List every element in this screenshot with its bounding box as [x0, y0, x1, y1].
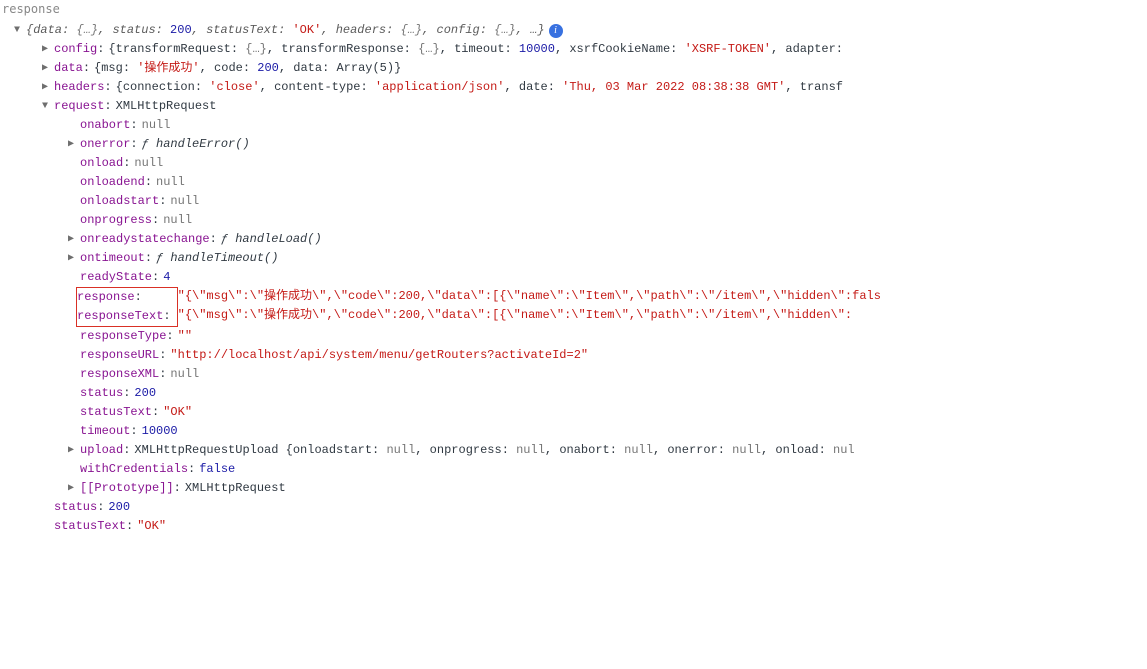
- prop-key: readyState: [80, 268, 152, 287]
- response-title: response: [0, 0, 1147, 19]
- prop-key: onload: [80, 154, 123, 173]
- prop-value: "{\"msg\":\"操作成功\",\"code\":200,\"data\"…: [178, 306, 853, 325]
- request-child-row[interactable]: ▶responseURL:"http://localhost/api/syste…: [0, 346, 1147, 365]
- request-row[interactable]: ▼ request: XMLHttpRequest: [0, 97, 1147, 116]
- request-child-row[interactable]: ▶onprogress:null: [0, 211, 1147, 230]
- prop-key: statusText: [80, 403, 152, 422]
- prop-value: {msg: '操作成功', code: 200, data: Array(5)}: [94, 59, 401, 78]
- prop-value: 10000: [142, 422, 178, 441]
- request-child-row[interactable]: ▶onerror:ƒ handleError(): [0, 135, 1147, 154]
- prop-value: XMLHttpRequestUpload {onloadstart: null,…: [134, 441, 854, 460]
- prop-key: onloadstart: [80, 192, 159, 211]
- request-child-row[interactable]: ▶responseType:"": [0, 327, 1147, 346]
- prop-value: {connection: 'close', content-type: 'app…: [116, 78, 843, 97]
- expand-arrow-icon[interactable]: ▶: [68, 443, 78, 459]
- prop-key: withCredentials: [80, 460, 188, 479]
- expand-arrow-icon[interactable]: ▶: [42, 42, 52, 58]
- prop-key: onreadystatechange: [80, 230, 210, 249]
- prop-key: responseURL: [80, 346, 159, 365]
- request-child-row[interactable]: ▶ontimeout:ƒ handleTimeout(): [0, 249, 1147, 268]
- request-child-row[interactable]: ▶onloadend:null: [0, 173, 1147, 192]
- request-child-row[interactable]: ▶responseXML:null: [0, 365, 1147, 384]
- data-row[interactable]: ▶ data: {msg: '操作成功', code: 200, data: A…: [0, 59, 1147, 78]
- expand-arrow-icon[interactable]: ▼: [14, 23, 24, 39]
- prop-key: statusText: [54, 517, 126, 536]
- request-child-row[interactable]: ▶timeout:10000: [0, 422, 1147, 441]
- highlighted-keys: response:responseText:: [76, 287, 178, 327]
- prop-value: null: [156, 173, 185, 192]
- prototype-row[interactable]: ▶ [[Prototype]]: XMLHttpRequest: [0, 479, 1147, 498]
- config-row[interactable]: ▶ config: {transformRequest: {…}, transf…: [0, 40, 1147, 59]
- prop-key: onprogress: [80, 211, 152, 230]
- prop-key: ontimeout: [80, 249, 145, 268]
- object-summary-text: {data: {…}, status: 200, statusText: 'OK…: [26, 21, 545, 40]
- object-summary-row[interactable]: ▼ {data: {…}, status: 200, statusText: '…: [0, 21, 1147, 40]
- prop-value: "": [178, 327, 192, 346]
- prop-key: status: [80, 384, 123, 403]
- request-child-row[interactable]: ▶onload:null: [0, 154, 1147, 173]
- prop-key: headers: [54, 78, 104, 97]
- tail-row[interactable]: ▶status:200: [0, 498, 1147, 517]
- prop-value: "{\"msg\":\"操作成功\",\"code\":200,\"data\"…: [178, 287, 881, 306]
- prop-key: timeout: [80, 422, 130, 441]
- request-child-row[interactable]: ▶status:200: [0, 384, 1147, 403]
- expand-arrow-icon[interactable]: ▶: [68, 232, 78, 248]
- expand-arrow-icon[interactable]: ▼: [42, 99, 52, 115]
- prop-value: 4: [163, 268, 170, 287]
- prop-key: status: [54, 498, 97, 517]
- prop-key: request: [54, 97, 104, 116]
- request-child-row[interactable]: ▶onabort:null: [0, 116, 1147, 135]
- prop-value: null: [134, 154, 163, 173]
- expand-arrow-icon[interactable]: ▶: [68, 481, 78, 497]
- headers-row[interactable]: ▶ headers: {connection: 'close', content…: [0, 78, 1147, 97]
- prop-key: onloadend: [80, 173, 145, 192]
- info-icon[interactable]: i: [549, 24, 563, 38]
- prop-value: XMLHttpRequest: [185, 479, 286, 498]
- prop-value: "OK": [163, 403, 192, 422]
- prop-value: {transformRequest: {…}, transformRespons…: [108, 40, 843, 59]
- prop-value: null: [163, 211, 192, 230]
- prop-key: [[Prototype]]: [80, 479, 174, 498]
- request-child-row[interactable]: ▶onloadstart:null: [0, 192, 1147, 211]
- prop-value: ƒ handleLoad(): [221, 230, 322, 249]
- request-child-row[interactable]: ▶onreadystatechange:ƒ handleLoad(): [0, 230, 1147, 249]
- prop-value: 200: [108, 498, 130, 517]
- prop-value: "OK": [137, 517, 166, 536]
- request-child-row[interactable]: ▶readyState:4: [0, 268, 1147, 287]
- withcredentials-row[interactable]: ▶ withCredentials: false: [0, 460, 1147, 479]
- prop-key: upload: [80, 441, 123, 460]
- prop-value: 200: [134, 384, 156, 403]
- prop-value: null: [170, 365, 199, 384]
- prop-value: ƒ handleError(): [142, 135, 250, 154]
- prop-key: responseXML: [80, 365, 159, 384]
- prop-key: responseType: [80, 327, 166, 346]
- expand-arrow-icon[interactable]: ▶: [68, 251, 78, 267]
- upload-row[interactable]: ▶ upload: XMLHttpRequestUpload {onloadst…: [0, 441, 1147, 460]
- prop-value: ƒ handleTimeout(): [156, 249, 278, 268]
- expand-arrow-icon[interactable]: ▶: [42, 61, 52, 77]
- prop-value: null: [142, 116, 171, 135]
- prop-key: onabort: [80, 116, 130, 135]
- prop-key: onerror: [80, 135, 130, 154]
- expand-arrow-icon[interactable]: ▶: [68, 137, 78, 153]
- prop-value: false: [199, 460, 235, 479]
- request-child-row[interactable]: ▶statusText:"OK": [0, 403, 1147, 422]
- expand-arrow-icon[interactable]: ▶: [42, 80, 52, 96]
- prop-value: "http://localhost/api/system/menu/getRou…: [170, 346, 588, 365]
- prop-value: XMLHttpRequest: [116, 97, 217, 116]
- prop-key: data: [54, 59, 83, 78]
- prop-key: config: [54, 40, 97, 59]
- tail-row[interactable]: ▶statusText:"OK": [0, 517, 1147, 536]
- prop-value: null: [170, 192, 199, 211]
